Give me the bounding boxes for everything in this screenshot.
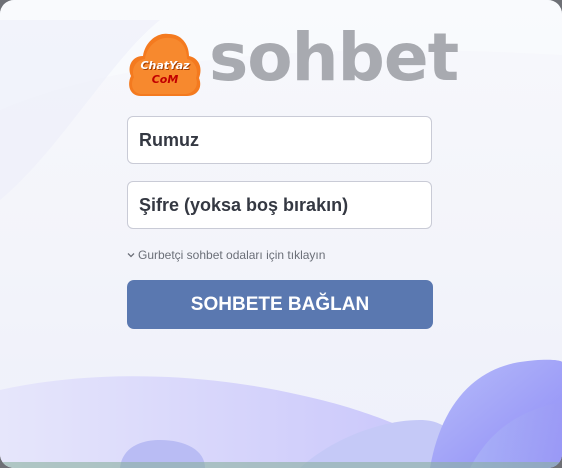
connect-button[interactable]: SOHBETE BAĞLAN xyxy=(127,280,433,329)
nickname-input[interactable] xyxy=(139,117,431,163)
expat-rooms-label: Gurbetçi sohbet odaları için tıklayın xyxy=(138,248,326,262)
password-field[interactable] xyxy=(127,181,432,229)
login-card: ChatYaz CoM sohbet Gurbetçi sohbet odala… xyxy=(0,0,562,468)
connect-button-label: SOHBETE BAĞLAN xyxy=(190,293,370,315)
badge-text-line1: ChatYaz xyxy=(140,59,190,72)
nickname-field[interactable] xyxy=(127,116,432,164)
wordmark: sohbet xyxy=(209,19,459,96)
brand-logo: ChatYaz CoM sohbet xyxy=(127,22,459,100)
chatyaz-badge: ChatYaz CoM xyxy=(127,28,203,98)
chevron-down-icon xyxy=(127,253,135,258)
expat-rooms-link[interactable]: Gurbetçi sohbet odaları için tıklayın xyxy=(127,248,325,262)
badge-text-line2: CoM xyxy=(151,73,179,86)
password-input[interactable] xyxy=(139,182,431,228)
